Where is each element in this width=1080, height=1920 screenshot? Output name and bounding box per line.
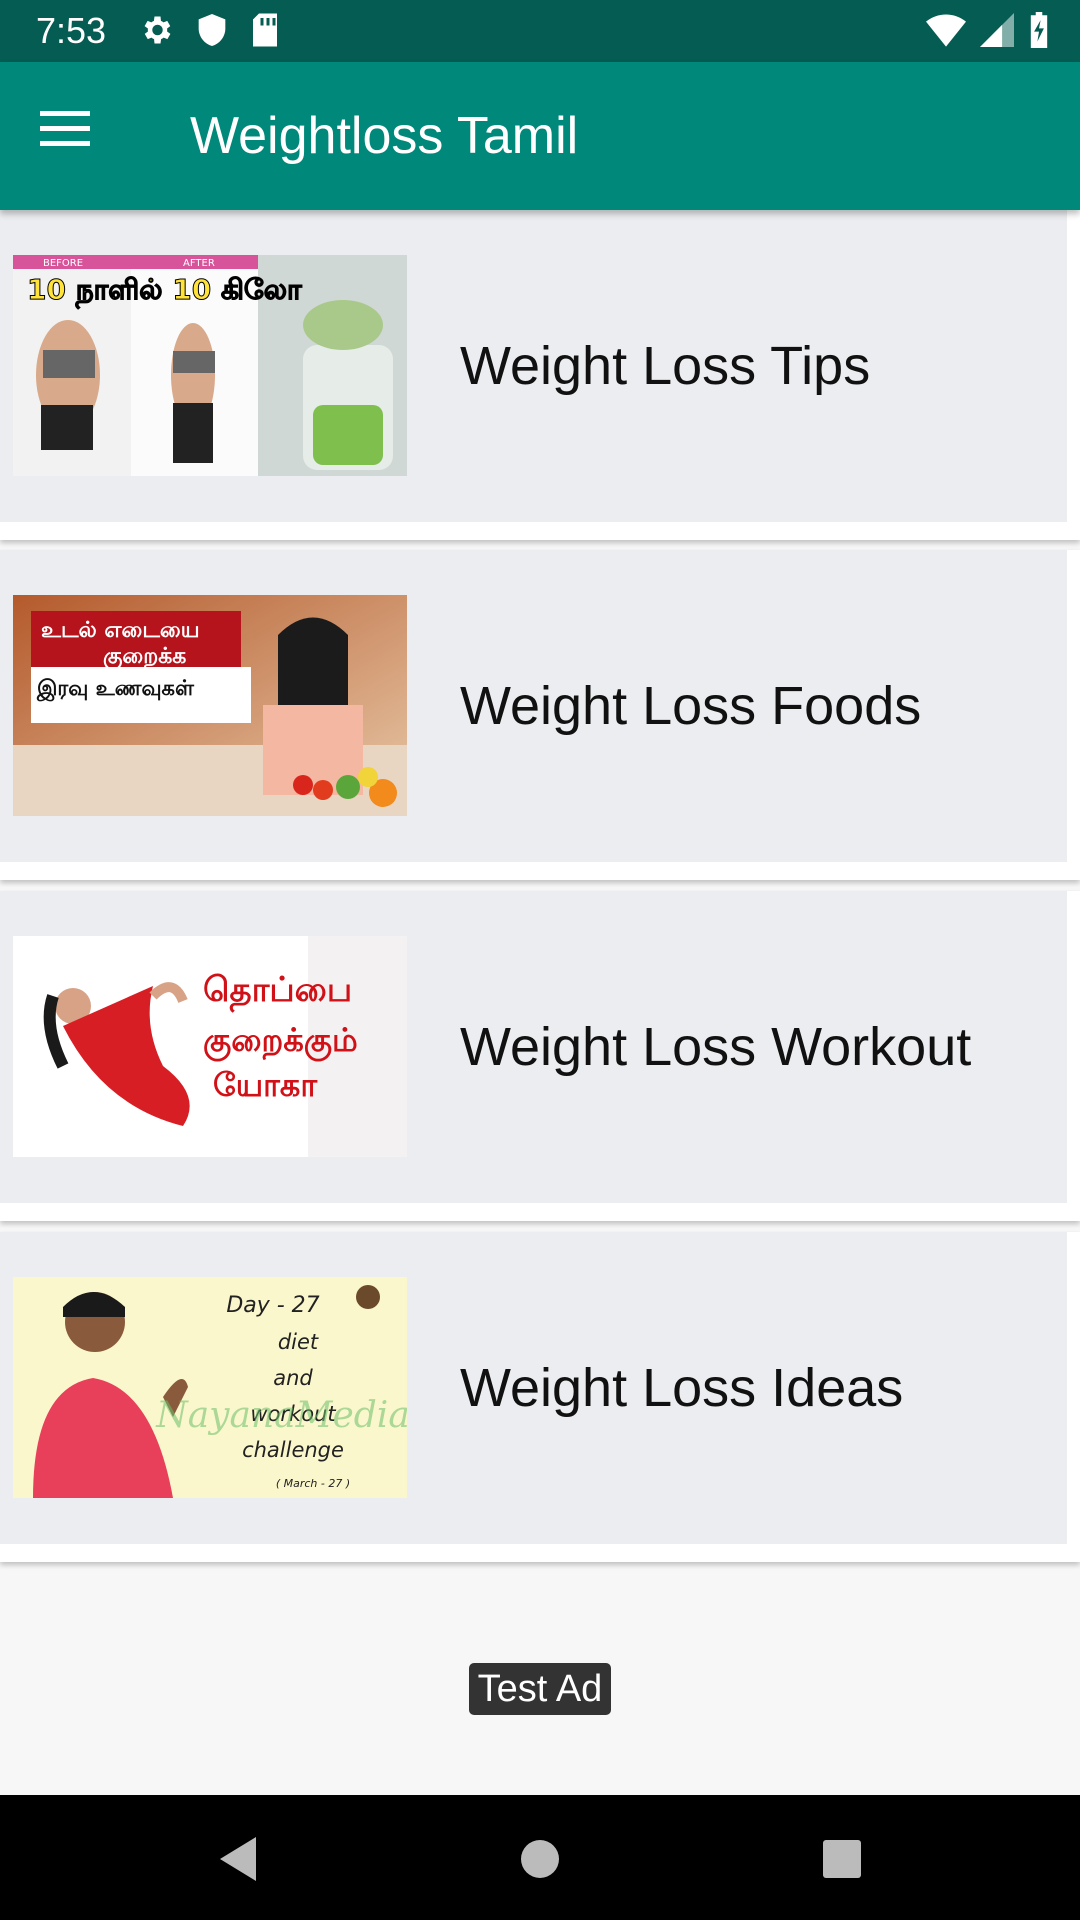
thumb-date: ( March - 27 ) bbox=[276, 1477, 350, 1490]
test-ad-banner[interactable]: Test Ad bbox=[469, 1663, 611, 1715]
list-item-weight-loss-workout[interactable]: தொப்பை குறைக்கும் யோகா Weight Loss Worko… bbox=[0, 891, 1080, 1221]
thumbnail-weight-loss-ideas: Day - 27 diet and workout challenge ( Ma… bbox=[13, 1277, 407, 1498]
thumb-caption: 10 நாளில் 10 கிலோ bbox=[27, 273, 302, 309]
thumb-caption-line-2: diet bbox=[278, 1330, 319, 1354]
thumb-watermark: NayanaMedia bbox=[155, 1395, 407, 1436]
list-item-weight-loss-tips[interactable]: BEFORE AFTER 10 நாளில் 10 கிலோ Weight Lo… bbox=[0, 210, 1080, 540]
item-label: Weight Loss Workout bbox=[460, 1017, 972, 1077]
thumb-caption-line-2: குறைக்கும் bbox=[203, 1021, 358, 1062]
sd-card-icon bbox=[253, 13, 277, 47]
thumb-caption-line-2: குறைக்க bbox=[103, 644, 186, 671]
thumb-caption-line-1: Day - 27 bbox=[226, 1293, 319, 1318]
wifi-icon bbox=[926, 14, 966, 47]
thumbnail-weight-loss-tips: BEFORE AFTER 10 நாளில் 10 கிலோ bbox=[13, 255, 407, 476]
app-bar: Weightloss Tamil bbox=[0, 62, 1080, 210]
thumb-caption-line-3: and bbox=[273, 1366, 313, 1390]
card-content[interactable]: Day - 27 diet and workout challenge ( Ma… bbox=[0, 1232, 1067, 1544]
system-nav-bar bbox=[0, 1795, 1080, 1920]
card-content[interactable]: உடல் எடையை குறைக்க இரவு உணவுகள் Weight L… bbox=[0, 550, 1067, 862]
thumb-caption-line-1: தொப்பை bbox=[203, 970, 352, 1013]
back-icon[interactable] bbox=[210, 1831, 266, 1887]
thumb-caption-line-5: challenge bbox=[242, 1438, 344, 1462]
thumb-caption-line-1: உடல் எடையை bbox=[41, 618, 200, 643]
status-time: 7:53 bbox=[36, 10, 107, 51]
home-icon[interactable] bbox=[512, 1831, 568, 1887]
thumb-caption-line-3: இரவு உணவுகள் bbox=[36, 676, 195, 702]
thumbnail-weight-loss-workout: தொப்பை குறைக்கும் யோகா bbox=[13, 936, 407, 1157]
card-content[interactable]: BEFORE AFTER 10 நாளில் 10 கிலோ Weight Lo… bbox=[0, 210, 1067, 522]
battery-icon bbox=[1030, 12, 1048, 48]
list-item-weight-loss-ideas[interactable]: Day - 27 diet and workout challenge ( Ma… bbox=[0, 1232, 1080, 1562]
gear-icon bbox=[144, 16, 171, 44]
item-label: Weight Loss Ideas bbox=[460, 1358, 904, 1418]
hamburger-menu-icon[interactable] bbox=[40, 108, 104, 164]
before-label: BEFORE bbox=[43, 258, 83, 269]
app-title: Weightloss Tamil bbox=[190, 107, 579, 165]
card-content[interactable]: தொப்பை குறைக்கும் யோகா Weight Loss Worko… bbox=[0, 891, 1067, 1203]
thumbnail-weight-loss-foods: உடல் எடையை குறைக்க இரவு உணவுகள் bbox=[13, 595, 407, 816]
recents-icon[interactable] bbox=[814, 1831, 870, 1887]
item-label: Weight Loss Foods bbox=[460, 676, 922, 736]
list-item-weight-loss-foods[interactable]: உடல் எடையை குறைக்க இரவு உணவுகள் Weight L… bbox=[0, 550, 1080, 880]
item-label: Weight Loss Tips bbox=[460, 336, 871, 396]
status-bar: 7:53 bbox=[0, 0, 1080, 62]
shield-icon bbox=[198, 14, 226, 46]
thumb-caption-line-3: யோகா bbox=[213, 1066, 318, 1104]
signal-icon bbox=[980, 13, 1014, 47]
after-label: AFTER bbox=[183, 258, 215, 269]
